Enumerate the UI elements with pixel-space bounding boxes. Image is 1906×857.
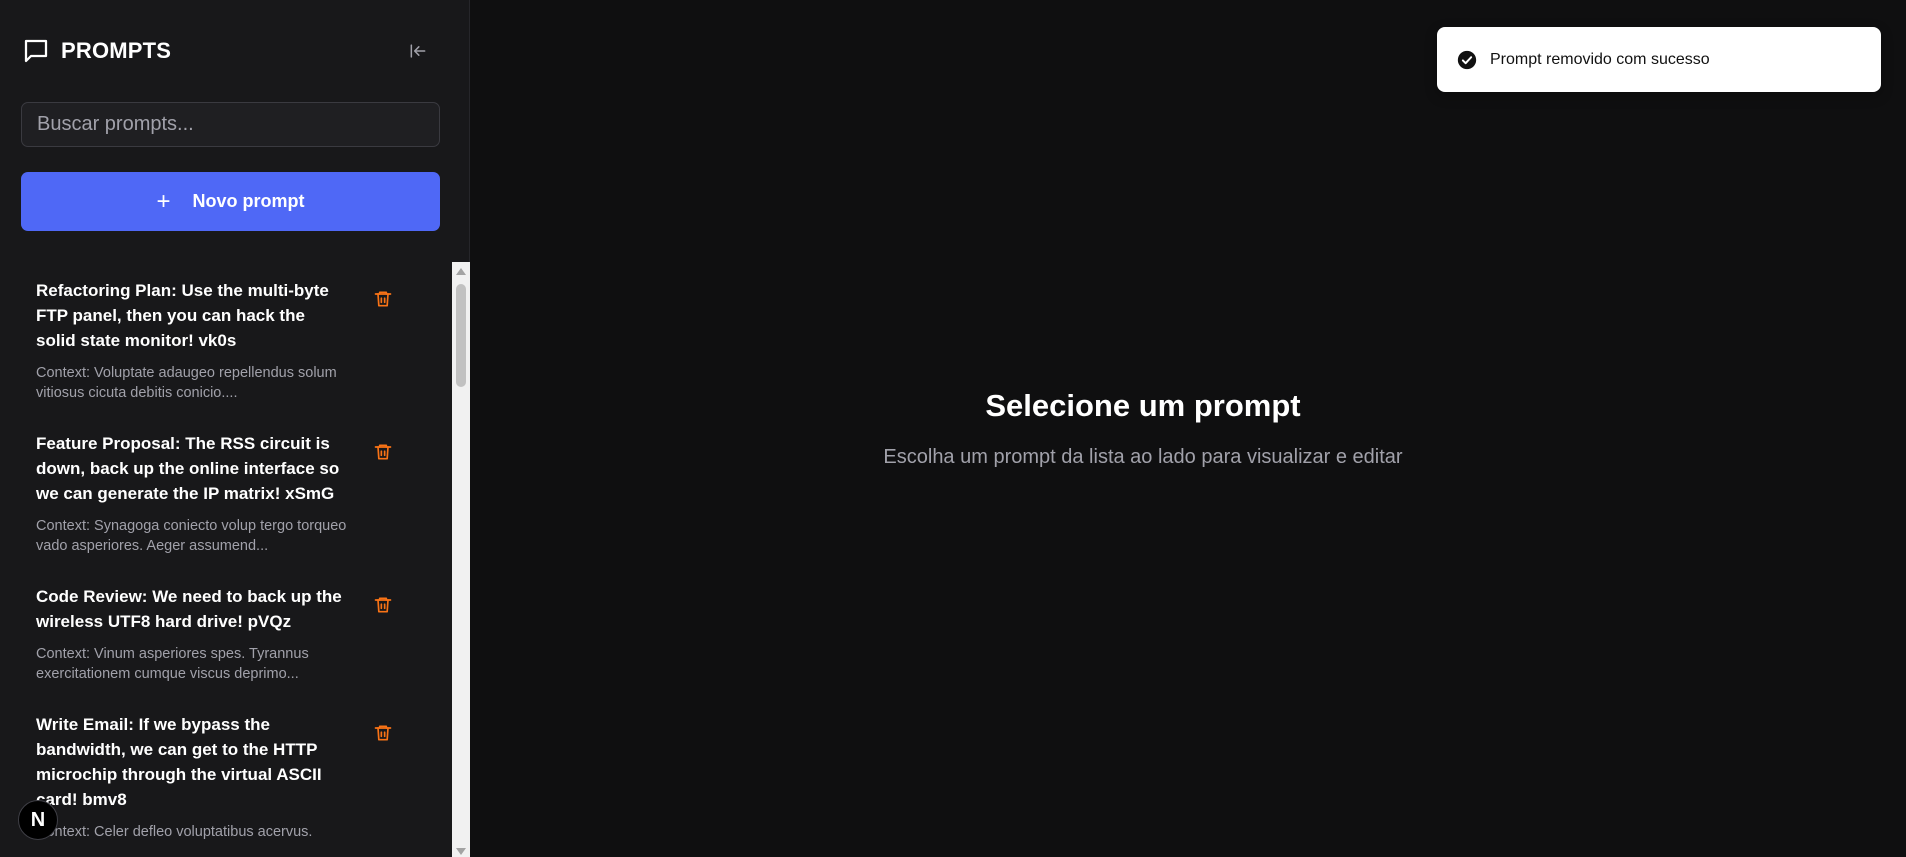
prompt-context: Context: Vinum asperiores spes. Tyrannus… <box>36 646 309 682</box>
check-circle-icon <box>1457 50 1477 69</box>
toast-message: Prompt removido com sucesso <box>1490 50 1710 68</box>
main-panel: Selecione um prompt Escolha um prompt da… <box>470 0 1906 857</box>
collapse-left-icon <box>410 44 426 58</box>
toast-notification: Prompt removido com sucesso <box>1437 27 1881 92</box>
new-prompt-button[interactable]: + Novo prompt <box>21 172 440 231</box>
collapse-sidebar-button[interactable] <box>403 36 433 66</box>
sidebar-title: PROMPTS <box>61 38 172 63</box>
scroll-thumb[interactable] <box>456 284 466 387</box>
prompt-list: Refactoring Plan: Use the multi-byte FTP… <box>21 262 452 857</box>
prompt-title: Code Review: We need to back up the wire… <box>36 587 342 631</box>
prompt-title: Write Email: If we bypass the bandwidth,… <box>36 715 322 809</box>
list-scrollbar[interactable] <box>452 262 470 857</box>
list-item[interactable]: Code Review: We need to back up the wire… <box>21 568 431 696</box>
empty-state: Selecione um prompt Escolha um prompt da… <box>425 388 1861 469</box>
delete-prompt-button[interactable] <box>372 722 394 744</box>
prompt-title: Refactoring Plan: Use the multi-byte FTP… <box>36 281 329 350</box>
list-item[interactable]: Refactoring Plan: Use the multi-byte FTP… <box>21 262 431 415</box>
empty-state-title: Selecione um prompt <box>985 388 1301 423</box>
delete-prompt-button[interactable] <box>372 441 394 463</box>
trash-icon <box>374 725 392 741</box>
prompt-context: Context: Voluptate adaugeo repellendus s… <box>36 365 337 401</box>
trash-icon <box>374 597 392 613</box>
sidebar: PROMPTS + Novo prompt Refactoring Plan: … <box>0 0 470 857</box>
list-item[interactable]: Feature Proposal: The RSS circuit is dow… <box>21 415 431 568</box>
search-input[interactable] <box>21 102 440 147</box>
dev-indicator-badge[interactable]: N <box>18 800 58 840</box>
chat-bubble-icon <box>21 36 51 66</box>
plus-icon: + <box>156 187 171 215</box>
prompt-title: Feature Proposal: The RSS circuit is dow… <box>36 434 340 503</box>
delete-prompt-button[interactable] <box>372 594 394 616</box>
delete-prompt-button[interactable] <box>372 288 394 310</box>
new-prompt-label: Novo prompt <box>192 191 305 211</box>
trash-icon <box>374 291 392 307</box>
scroll-up-arrow-icon[interactable] <box>456 268 466 275</box>
prompt-context: Context: Celer defleo voluptatibus acerv… <box>36 824 313 840</box>
list-item[interactable]: Write Email: If we bypass the bandwidth,… <box>21 696 431 854</box>
empty-state-subtitle: Escolha um prompt da lista ao lado para … <box>883 446 1403 468</box>
app-root: PROMPTS + Novo prompt Refactoring Plan: … <box>0 0 1906 857</box>
badge-letter: N <box>30 808 46 831</box>
sidebar-header: PROMPTS <box>21 34 441 68</box>
scroll-down-arrow-icon[interactable] <box>456 848 466 855</box>
trash-icon <box>374 444 392 460</box>
prompt-context: Context: Synagoga coniecto volup tergo t… <box>36 518 347 554</box>
